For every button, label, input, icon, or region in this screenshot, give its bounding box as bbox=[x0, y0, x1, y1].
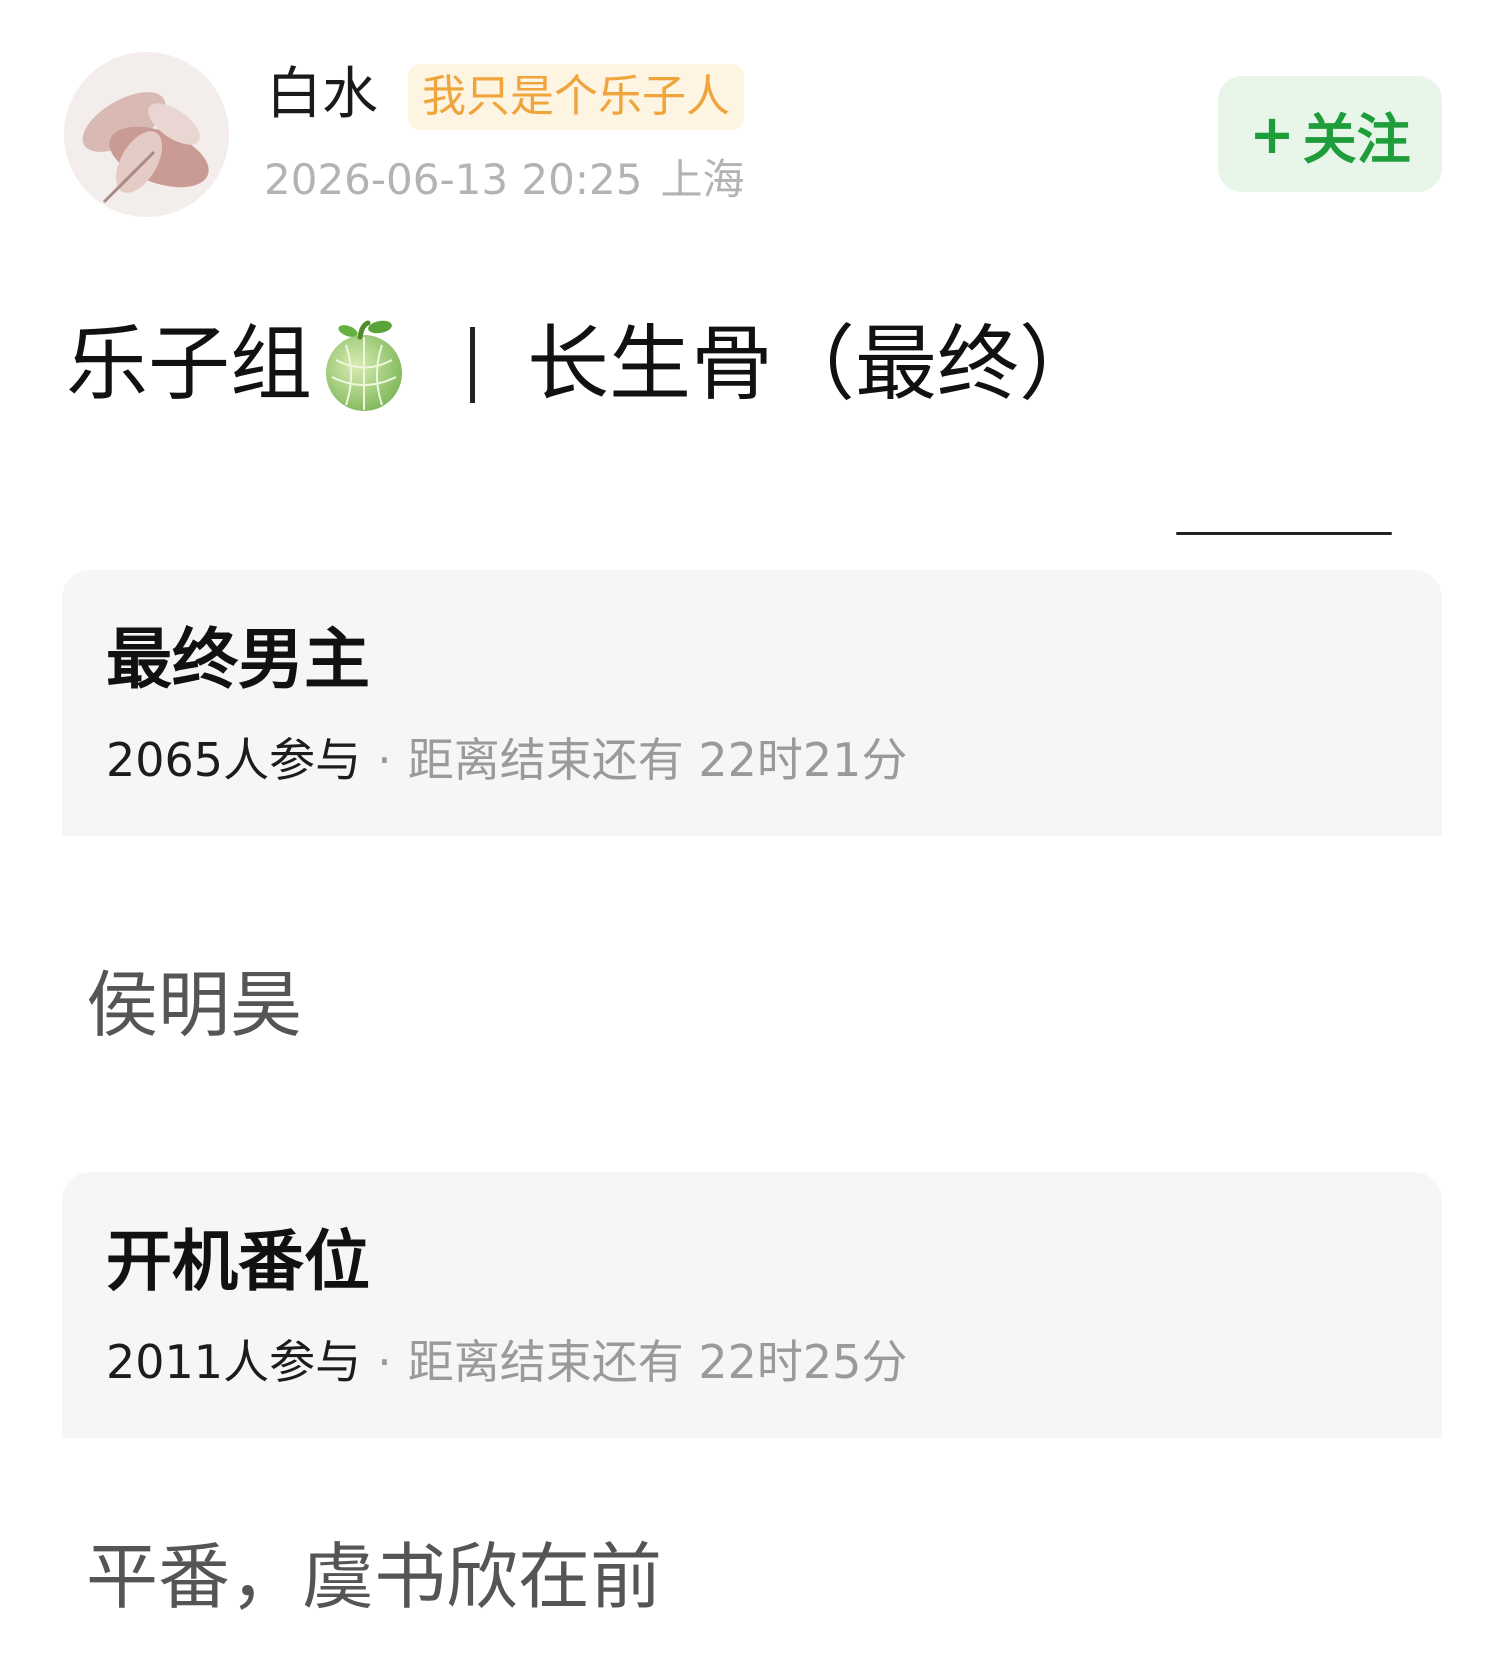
poll-meta: 2065人参与 · 距离结束还有 22时21分 bbox=[106, 730, 907, 790]
meta-separator: · bbox=[377, 733, 392, 787]
poll-card[interactable]: 最终男主 2065人参与 · 距离结束还有 22时21分 bbox=[62, 570, 1442, 836]
title-prefix: 乐子组 bbox=[66, 317, 313, 412]
poll-participants: 2011人参与 bbox=[106, 1335, 362, 1389]
follow-label: 关注 bbox=[1302, 107, 1411, 171]
title-divider bbox=[470, 327, 476, 403]
poll-answer: 侯明昊 bbox=[86, 963, 303, 1047]
post-meta: 2026-06-13 20:25 上海 bbox=[264, 150, 745, 210]
username[interactable]: 白水 bbox=[266, 60, 378, 130]
follow-button[interactable]: + 关注 bbox=[1218, 76, 1442, 192]
meta-separator: · bbox=[377, 1335, 392, 1389]
title-main: 长生骨（最终） bbox=[527, 317, 1102, 412]
user-tag-badge: 我只是个乐子人 bbox=[408, 64, 744, 130]
post-timestamp: 2026-06-13 20:25 bbox=[264, 155, 643, 204]
poll-answer: 平番，虞书欣在前 bbox=[86, 1535, 663, 1619]
plus-icon: + bbox=[1249, 102, 1295, 166]
poll-title: 开机番位 bbox=[106, 1223, 370, 1300]
melon-icon bbox=[316, 315, 412, 415]
post-location: 上海 bbox=[660, 155, 745, 204]
poll-participants: 2065人参与 bbox=[106, 733, 362, 787]
post-title: 乐子组 长生骨（最终） bbox=[66, 300, 1101, 430]
flower-avatar-icon bbox=[64, 52, 229, 217]
poll-meta: 2011人参与 · 距离结束还有 22时25分 bbox=[106, 1332, 907, 1392]
avatar[interactable] bbox=[64, 52, 229, 217]
poll-remaining-time: 距离结束还有 22时25分 bbox=[407, 1335, 908, 1389]
divider-line bbox=[1176, 532, 1392, 535]
poll-card[interactable]: 开机番位 2011人参与 · 距离结束还有 22时25分 bbox=[62, 1172, 1442, 1438]
poll-title: 最终男主 bbox=[106, 621, 370, 698]
poll-remaining-time: 距离结束还有 22时21分 bbox=[407, 733, 908, 787]
